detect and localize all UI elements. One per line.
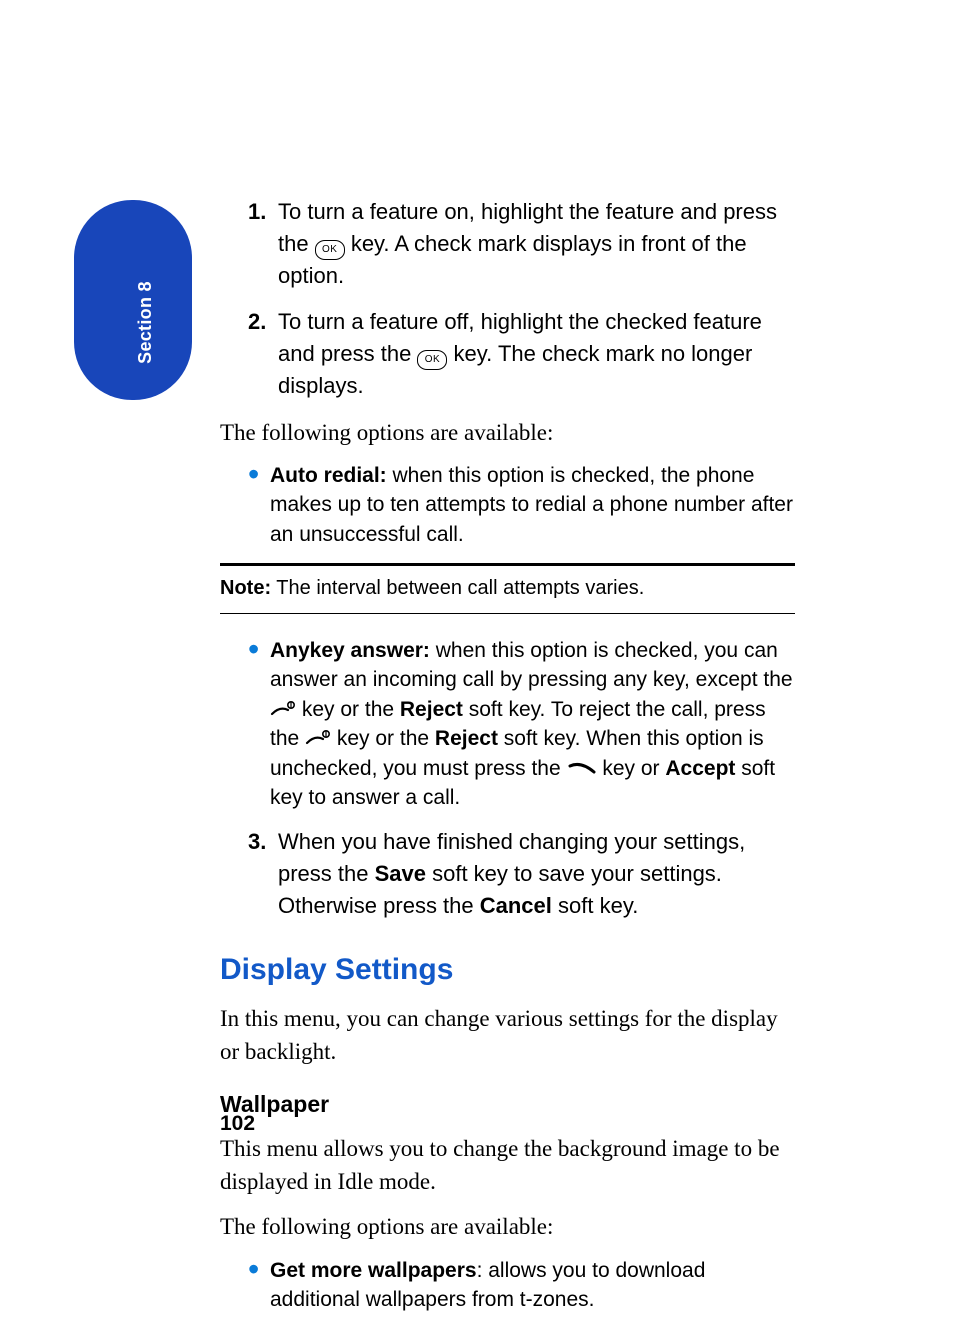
display-intro: In this menu, you can change various set…: [220, 1002, 795, 1069]
seg: soft key.: [552, 893, 638, 918]
bullet-anykey: Anykey answer: when this option is check…: [270, 636, 795, 812]
heading-display-settings: Display Settings: [220, 948, 795, 992]
bullet-list-anykey: Anykey answer: when this option is check…: [220, 636, 795, 812]
step-number: 3.: [248, 826, 266, 858]
step-1: 1. To turn a feature on, highlight the f…: [278, 196, 795, 292]
bullet-list-wallpaper: Get more wallpapers: allows you to downl…: [220, 1256, 795, 1315]
accept-label: Accept: [665, 757, 735, 780]
send-key-icon: [567, 756, 597, 772]
wallpaper-intro: This menu allows you to change the backg…: [220, 1132, 795, 1199]
step-number: 1.: [248, 196, 266, 228]
bullet-title: Anykey answer:: [270, 639, 430, 662]
wallpaper-available: The following options are available:: [220, 1210, 795, 1243]
step-number: 2.: [248, 306, 266, 338]
end-call-key-icon: [270, 697, 296, 715]
ok-key-icon: OK: [417, 350, 447, 370]
section-tab-label: Section 8: [135, 281, 156, 364]
page-content: 1. To turn a feature on, highlight the f…: [220, 196, 795, 1328]
seg: key or the: [331, 727, 435, 750]
seg: key or: [597, 757, 666, 780]
note-block: Note: The interval between call attempts…: [220, 563, 795, 614]
note-text: The interval between call attempts varie…: [271, 577, 644, 599]
bullet-get-more-wallpapers: Get more wallpapers: allows you to downl…: [270, 1256, 795, 1315]
ok-key-icon: OK: [315, 240, 345, 260]
step-text-after: key. A check mark displays in front of t…: [278, 231, 747, 288]
reject-label: Reject: [400, 698, 463, 721]
end-call-key-icon: [305, 726, 331, 744]
page-number: 102: [220, 1112, 255, 1136]
bullet-list-auto-redial: Auto redial: when this option is checked…: [220, 461, 795, 549]
section-tab: Section 8: [74, 200, 192, 400]
steps-list-bottom: 3. When you have finished changing your …: [220, 826, 795, 922]
cancel-label: Cancel: [480, 893, 552, 918]
step-2: 2. To turn a feature off, highlight the …: [278, 306, 795, 402]
step-3: 3. When you have finished changing your …: [278, 826, 795, 922]
steps-list-top: 1. To turn a feature on, highlight the f…: [220, 196, 795, 402]
heading-wallpaper: Wallpaper: [220, 1088, 795, 1121]
intro-paragraph: The following options are available:: [220, 416, 795, 449]
bullet-title: Get more wallpapers: [270, 1259, 477, 1282]
bullet-title: Auto redial:: [270, 464, 387, 487]
save-label: Save: [375, 861, 426, 886]
reject-label: Reject: [435, 727, 498, 750]
bullet-auto-redial: Auto redial: when this option is checked…: [270, 461, 795, 549]
note-label: Note:: [220, 577, 271, 599]
seg: key or the: [296, 698, 400, 721]
